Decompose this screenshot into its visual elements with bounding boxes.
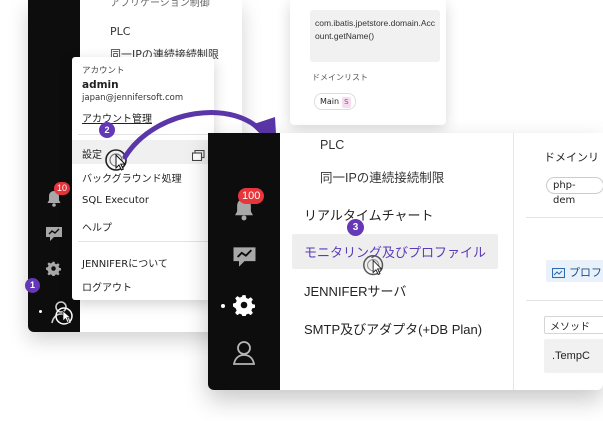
step-badge-3: 3	[347, 219, 364, 236]
section-divider	[526, 217, 603, 218]
chat-chart-icon[interactable]	[232, 246, 257, 272]
menu-divider	[78, 241, 208, 242]
menu-item-logout[interactable]: ログアウト	[82, 279, 132, 294]
temp-box: .TempC	[544, 339, 603, 373]
method-label: メソッド	[550, 322, 590, 333]
menu-item-smtp-adapter[interactable]: SMTP及びアダプタ(+DB Plan)	[304, 319, 482, 338]
user-name: admin	[82, 79, 119, 91]
menu-item-plc[interactable]: PLC	[320, 138, 344, 152]
active-dot	[221, 304, 225, 308]
domain-list-label: ドメインリスト	[312, 73, 368, 82]
menu-item-ip-limit[interactable]: 同一IPの連続接続制限	[320, 167, 444, 186]
profile-chip[interactable]: プロフ	[546, 260, 603, 282]
front-side-rail: 100	[208, 133, 280, 390]
menu-item-settings[interactable]: 設定	[82, 146, 102, 161]
menu-item-about[interactable]: JENNIFERについて	[82, 255, 168, 270]
list-header: アプリケーション制御	[110, 0, 210, 9]
profile-icon	[551, 265, 566, 284]
domain-tag[interactable]: Main S	[314, 93, 356, 110]
domain-pill[interactable]: php-dem	[546, 177, 603, 206]
method-chip: メソッド	[544, 316, 603, 334]
click-cursor-icon	[361, 253, 389, 285]
account-label: アカウント	[82, 66, 125, 76]
method-code: com.ibatis.jpetstore.domain.Account.getN…	[310, 10, 440, 62]
user-icon[interactable]	[232, 340, 256, 370]
active-dot	[39, 310, 42, 313]
gear-icon[interactable]	[233, 294, 256, 320]
notification-badge: 100	[238, 188, 265, 204]
domain-list-label: ドメインリ	[544, 152, 599, 164]
user-icon[interactable]	[50, 299, 76, 331]
account-menu: アカウント admin japan@jennifersoft.com アカウント…	[72, 57, 214, 300]
menu-item-help[interactable]: ヘルプ	[82, 219, 112, 234]
notification-badge: 10	[54, 182, 71, 195]
front-window: 100 PLC 同一IPの連続接続制限 リアルタイムチャート モニタリング及びプ…	[208, 133, 603, 390]
step-badge-2: 2	[99, 122, 115, 138]
menu-item-monitoring-profile[interactable]: モニタリング及びプロファイル	[304, 242, 486, 261]
menu-item-realtime-chart[interactable]: リアルタイムチャート	[304, 205, 433, 224]
menu-item-jennifer-server[interactable]: JENNIFERサーバ	[304, 281, 406, 300]
chat-chart-icon[interactable]	[45, 226, 63, 246]
section-divider	[526, 300, 603, 301]
gear-icon[interactable]	[46, 261, 62, 280]
menu-item-sql-executor[interactable]: SQL Executor	[82, 195, 149, 206]
list-item-plc[interactable]: PLC	[110, 25, 130, 38]
top-detail-panel: com.ibatis.jpetstore.domain.Account.getN…	[290, 0, 446, 125]
profile-label: プロフ	[569, 267, 602, 279]
temp-value: .TempC	[552, 350, 590, 362]
domain-tag-label: Main	[320, 97, 340, 106]
domain-tag-badge: S	[342, 97, 351, 108]
step-badge-1: 1	[25, 278, 40, 293]
right-detail-column: ドメインリ php-dem プロフ メソッド .TempC	[513, 133, 603, 390]
